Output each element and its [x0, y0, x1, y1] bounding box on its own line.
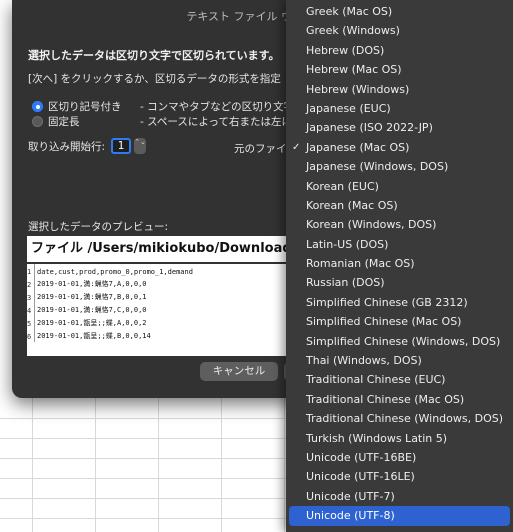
radio-label: 固定長	[48, 116, 80, 128]
menu-item-label: Simplified Chinese (Mac OS)	[306, 315, 462, 329]
start-row-input[interactable]: 1	[111, 138, 132, 154]
menu-item-label: Korean (EUC)	[306, 179, 379, 193]
menu-item-encoding[interactable]: Japanese (Windows, DOS)	[286, 157, 513, 176]
cancel-button[interactable]: キャンセル	[200, 362, 278, 381]
start-row-label: 取り込み開始行:	[28, 140, 106, 153]
menu-item-label: Japanese (EUC)	[306, 101, 391, 115]
stepper-icon[interactable]: ⌃⌄	[134, 138, 147, 154]
radio-label: 区切り記号付き	[48, 101, 122, 113]
menu-item-encoding[interactable]: Simplified Chinese (Mac OS)	[286, 312, 513, 331]
menu-item-label: Turkish (Windows Latin 5)	[306, 431, 448, 445]
menu-item-label: Traditional Chinese (EUC)	[306, 373, 446, 387]
menu-item-label: Korean (Windows, DOS)	[306, 218, 437, 232]
row-text: 2019-01-01,甑呈;;蝶,A,0,0,2	[37, 319, 147, 327]
menu-item-label: Japanese (Mac OS)	[306, 140, 410, 154]
menu-item-label: Hebrew (Mac OS)	[306, 63, 402, 77]
row-number: 2	[27, 277, 35, 290]
grid-line	[0, 478, 300, 479]
checkmark-icon: ✓	[292, 141, 301, 153]
menu-item-label: Korean (Mac OS)	[306, 198, 398, 212]
row-number: 1	[27, 264, 35, 277]
menu-item-label: Traditional Chinese (Mac OS)	[306, 392, 465, 406]
grid-line	[0, 438, 300, 439]
row-text: date,cust,prod,promo_0,promo_1,demand	[37, 268, 193, 276]
menu-item-label: Romanian (Mac OS)	[306, 257, 415, 271]
menu-item-label: Japanese (ISO 2022-JP)	[306, 121, 433, 135]
radio-selected-icon	[32, 101, 43, 112]
menu-item-encoding[interactable]: Traditional Chinese (Windows, DOS)	[286, 409, 513, 428]
description-text: [次へ] をクリックするか、区切るデータの形式を指定	[28, 73, 281, 85]
menu-item-label: Hebrew (Windows)	[306, 82, 410, 96]
dialog-title: テキスト ファイル ウ	[186, 10, 292, 23]
row-number: 4	[27, 303, 35, 316]
encoding-dropdown-menu[interactable]: Greek (Mac OS) Greek (Windows) Hebrew (DOS…	[286, 0, 513, 532]
radio-description: - スペースによって右または左に	[140, 116, 293, 128]
menu-item-label: Russian (DOS)	[306, 276, 385, 290]
description-heading: 選択したデータは区切り文字で区切られています。	[28, 49, 280, 62]
start-row-control: 取り込み開始行: 1 ⌃⌄	[28, 138, 147, 154]
menu-item-encoding[interactable]: Simplified Chinese (Windows, DOS)	[286, 332, 513, 351]
menu-item-label: Unicode (UTF-16BE)	[306, 450, 417, 464]
grid-line	[0, 418, 300, 419]
menu-item-label: Unicode (UTF-7)	[306, 489, 395, 503]
grid-line	[0, 518, 300, 519]
menu-item-encoding[interactable]: Korean (Mac OS)	[286, 196, 513, 215]
menu-item-label: Greek (Mac OS)	[306, 5, 393, 18]
menu-item-encoding[interactable]: Traditional Chinese (EUC)	[286, 370, 513, 389]
row-text: 2019-01-01,満:蝋恪7,A,0,0,0	[37, 280, 147, 288]
preview-label: 選択したデータのプレビュー:	[28, 221, 169, 233]
menu-item-label: Hebrew (DOS)	[306, 43, 385, 57]
menu-item-encoding[interactable]: Russian (DOS)	[286, 273, 513, 292]
menu-item-encoding[interactable]: Hebrew (DOS)	[286, 41, 513, 60]
menu-item-encoding[interactable]: Korean (EUC)	[286, 177, 513, 196]
menu-item-encoding[interactable]: Japanese (EUC)	[286, 99, 513, 118]
row-number: 6	[27, 329, 35, 342]
row-text: 2019-01-01,満:蝋恪7,C,0,0,0	[37, 306, 147, 314]
menu-item-label: Thai (Windows, DOS)	[306, 354, 422, 368]
menu-item-encoding[interactable]: Unicode (UTF-8)	[289, 506, 510, 526]
menu-item-encoding[interactable]: Greek (Windows)	[286, 21, 513, 40]
menu-item-label: Unicode (UTF-16LE)	[306, 470, 415, 484]
radio-fixed-width[interactable]: 固定長 - スペースによって右または左に	[32, 114, 292, 129]
menu-item-encoding[interactable]: Korean (Windows, DOS)	[286, 215, 513, 234]
menu-item-encoding[interactable]: Romanian (Mac OS)	[286, 254, 513, 273]
menu-item-encoding[interactable]: Turkish (Windows Latin 5)	[286, 429, 513, 448]
menu-item-encoding[interactable]: Unicode (UTF-7)	[286, 487, 513, 506]
menu-item-encoding[interactable]: Thai (Windows, DOS)	[286, 351, 513, 370]
row-number: 3	[27, 290, 35, 303]
menu-item-label: Unicode (UTF-8)	[306, 509, 395, 523]
menu-item-label: Japanese (Windows, DOS)	[306, 160, 449, 174]
menu-item-encoding[interactable]: Latin-US (DOS)	[286, 235, 513, 254]
row-text: 2019-01-01,甑呈;;蝶,B,0,0,14	[37, 332, 151, 340]
menu-item-encoding[interactable]: Hebrew (Mac OS)	[286, 60, 513, 79]
menu-item-label: Greek (Windows)	[306, 24, 400, 38]
text-import-wizard-dialog: テキスト ファイル ウ 選択したデータは区切り文字で区切られています。 [次へ]…	[12, 0, 332, 398]
menu-item-encoding[interactable]: Hebrew (Windows)	[286, 80, 513, 99]
menu-item-encoding[interactable]: Japanese (ISO 2022-JP)	[286, 118, 513, 137]
menu-item-label: Simplified Chinese (GB 2312)	[306, 295, 468, 309]
menu-item-encoding[interactable]: Simplified Chinese (GB 2312)	[286, 293, 513, 312]
menu-item-encoding[interactable]: Unicode (UTF-16LE)	[286, 467, 513, 486]
menu-item-label: Latin-US (DOS)	[306, 237, 389, 251]
menu-item-encoding[interactable]: Greek (Mac OS)	[286, 2, 513, 21]
menu-item-encoding[interactable]: ✓ Japanese (Mac OS)	[286, 138, 513, 157]
menu-item-encoding[interactable]: Traditional Chinese (Mac OS)	[286, 390, 513, 409]
menu-item-encoding[interactable]: Unicode (UTF-16BE)	[286, 448, 513, 467]
grid-line	[0, 498, 300, 499]
radio-unselected-icon	[32, 116, 43, 127]
row-number: 5	[27, 316, 35, 329]
radio-description: - コンマやタブなどの区切り文字	[140, 101, 295, 113]
radio-delimited[interactable]: 区切り記号付き - コンマやタブなどの区切り文字	[32, 99, 294, 114]
row-text: 2019-01-01,満:蝋恪7,B,0,0,1	[37, 293, 147, 301]
grid-line	[0, 458, 300, 459]
menu-item-label: Traditional Chinese (Windows, DOS)	[306, 412, 504, 426]
menu-item-label: Simplified Chinese (Windows, DOS)	[306, 334, 501, 348]
